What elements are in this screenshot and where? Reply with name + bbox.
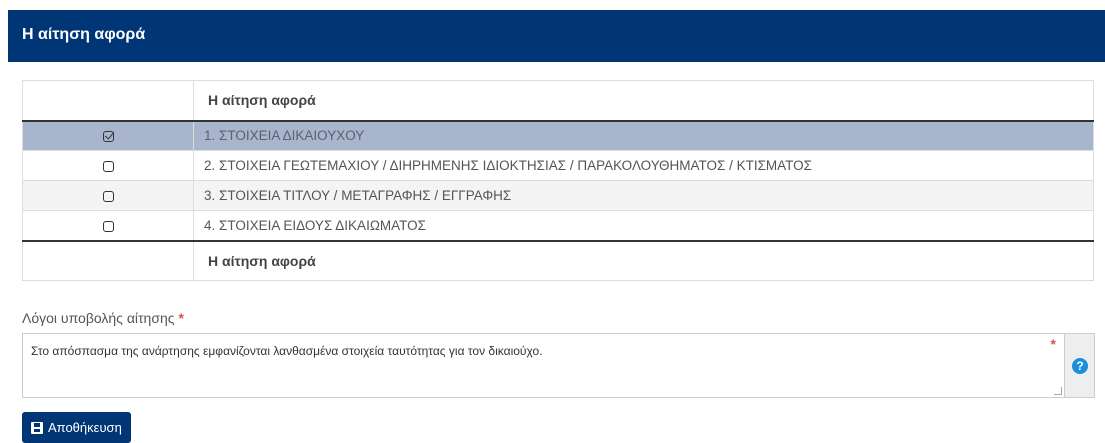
- save-button-label: Αποθήκευση: [48, 420, 122, 435]
- row-label[interactable]: 4. ΣΤΟΙΧΕΙΑ ΕΙΔΟΥΣ ΔΙΚΑΙΩΜΑΤΟΣ: [193, 210, 1094, 241]
- required-marker: *: [178, 310, 184, 326]
- checkbox-checked-icon[interactable]: [102, 131, 114, 143]
- table-row[interactable]: 2. ΣΤΟΙΧΕΙΑ ΓΕΩΤΕΜΑΧΙΟΥ / ΔΙΗΡΗΜΕΝΗΣ ΙΔΙ…: [22, 150, 1094, 181]
- checkbox-column-footer: [22, 239, 194, 281]
- table-footer-row: Η αίτηση αφορά: [22, 239, 1094, 281]
- floppy-disk-icon: [31, 421, 43, 434]
- table-row[interactable]: 4. ΣΤΟΙΧΕΙΑ ΕΙΔΟΥΣ ΔΙΚΑΙΩΜΑΤΟΣ: [22, 210, 1094, 241]
- reasons-textarea-value[interactable]: Στο απόσπασμα της ανάρτησης εμφανίζονται…: [31, 344, 542, 358]
- reasons-label-text: Λόγοι υποβολής αίτησης: [22, 310, 175, 326]
- checkbox-icon[interactable]: [102, 190, 114, 202]
- resize-handle[interactable]: [1054, 387, 1062, 395]
- row-label[interactable]: 1. ΣΤΟΙΧΕΙΑ ΔΙΚΑΙΟΥΧΟΥ: [193, 120, 1094, 151]
- column-footer: Η αίτηση αφορά: [193, 239, 1094, 281]
- row-label[interactable]: 3. ΣΤΟΙΧΕΙΑ ΤΙΤΛΟΥ / ΜΕΤΑΓΡΑΦΗΣ / ΕΓΓΡΑΦ…: [193, 180, 1094, 211]
- request-subject-table: Η αίτηση αφορά 1. ΣΤΟΙΧΕΙΑ ΔΙΚΑΙΟΥΧΟΥ 2.…: [22, 80, 1094, 281]
- checkbox-icon[interactable]: [102, 220, 114, 232]
- help-addon[interactable]: ?: [1065, 333, 1095, 398]
- checkbox-cell[interactable]: [22, 150, 194, 181]
- column-header: Η αίτηση αφορά: [193, 80, 1094, 122]
- table-row[interactable]: 1. ΣΤΟΙΧΕΙΑ ΔΙΚΑΙΟΥΧΟΥ: [22, 120, 1094, 151]
- reasons-textarea[interactable]: Στο απόσπασμα της ανάρτησης εμφανίζονται…: [22, 333, 1065, 398]
- save-button[interactable]: Αποθήκευση: [22, 412, 131, 443]
- panel-title: Η αίτηση αφορά: [22, 26, 146, 43]
- question-circle-icon[interactable]: ?: [1072, 358, 1088, 374]
- reasons-label: Λόγοι υποβολής αίτησης *: [22, 310, 184, 326]
- checkbox-column-header: [22, 80, 194, 122]
- required-star-icon: *: [1050, 336, 1056, 352]
- panel-header: Η αίτηση αφορά: [8, 10, 1105, 62]
- table-header-row: Η αίτηση αφορά: [22, 80, 1094, 122]
- checkbox-icon[interactable]: [102, 160, 114, 172]
- checkbox-cell[interactable]: [22, 120, 194, 151]
- row-label[interactable]: 2. ΣΤΟΙΧΕΙΑ ΓΕΩΤΕΜΑΧΙΟΥ / ΔΙΗΡΗΜΕΝΗΣ ΙΔΙ…: [193, 150, 1094, 181]
- checkbox-cell[interactable]: [22, 180, 194, 211]
- table-row[interactable]: 3. ΣΤΟΙΧΕΙΑ ΤΙΤΛΟΥ / ΜΕΤΑΓΡΑΦΗΣ / ΕΓΓΡΑΦ…: [22, 180, 1094, 211]
- checkbox-cell[interactable]: [22, 210, 194, 241]
